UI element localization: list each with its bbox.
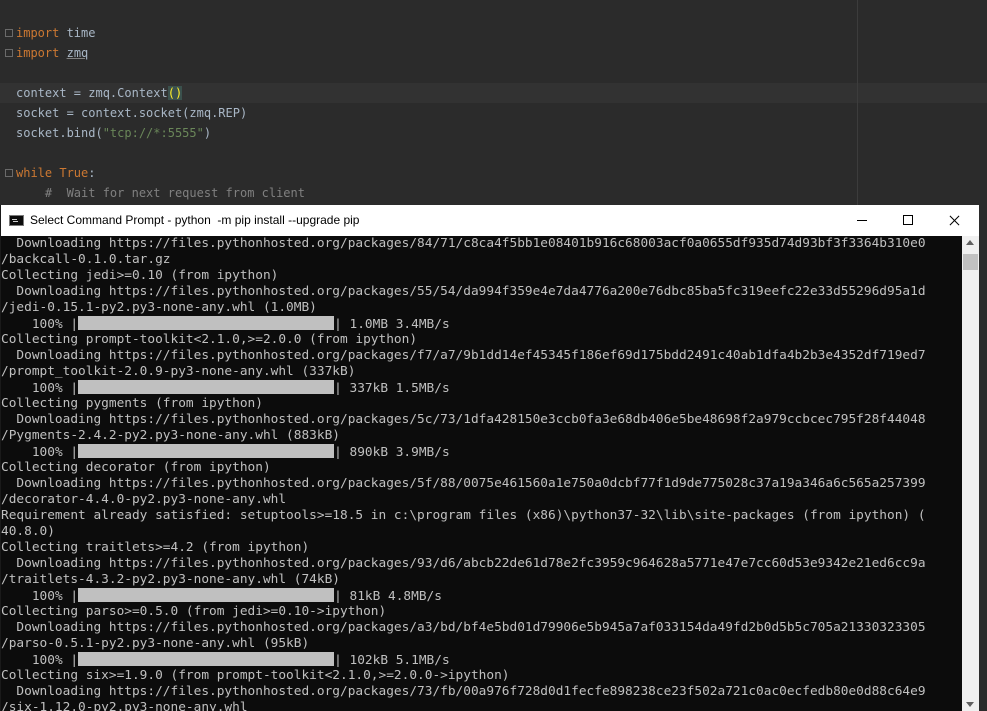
progress-bar — [78, 588, 335, 602]
fold-icon[interactable] — [5, 49, 13, 57]
progress-status: 102kB 5.1MB/s — [349, 653, 450, 668]
code-line-1[interactable]: import time — [16, 23, 95, 43]
console-line: Downloading https://files.pythonhosted.o… — [1, 236, 926, 251]
code-text: : — [88, 166, 96, 180]
console-line: Collecting jedi>=0.10 (from ipython) — [1, 268, 279, 283]
maximize-button[interactable] — [885, 205, 931, 236]
console-line: Collecting traitlets>=4.2 (from ipython) — [1, 540, 310, 555]
console-line: Downloading https://files.pythonhosted.o… — [1, 476, 926, 491]
progress-line: 100% | | 81kB 4.8MB/s — [31, 588, 442, 604]
console-line: Downloading https://files.pythonhosted.o… — [1, 284, 926, 299]
code-paren-highlight: () — [167, 86, 183, 100]
console-line: Collecting parso>=0.5.0 (from jedi>=0.10… — [1, 604, 387, 619]
progress-line: 100% | | 337kB 1.5MB/s — [31, 380, 450, 396]
code-keyword: True — [52, 166, 89, 180]
progress-line: 100% | | 102kB 5.1MB/s — [31, 652, 450, 668]
code-keyword: import — [16, 26, 60, 40]
console-line: Collecting pygments (from ipython) — [1, 396, 263, 411]
scroll-thumb[interactable] — [963, 254, 978, 270]
console-line: /traitlets-4.3.2-py2.py3-none-any.whl (7… — [1, 572, 340, 587]
code-text: socket.bind( — [16, 126, 103, 140]
code-editor[interactable]: import time import zmq context = zmq.Con… — [0, 0, 987, 205]
console-line: 40.8.0) — [1, 524, 55, 539]
code-keyword: while — [16, 166, 53, 180]
command-prompt-window[interactable]: Select Command Prompt - python -m pip in… — [0, 205, 979, 711]
code-string: "tcp://*:5555" — [102, 126, 204, 140]
right-margin-guide — [857, 0, 858, 205]
progress-bar — [78, 652, 335, 666]
progress-line: 100% | | 890kB 3.9MB/s — [31, 444, 450, 460]
code-keyword: import — [16, 46, 60, 60]
code-line-4[interactable]: socket = context.socket(zmq.REP) — [16, 103, 247, 123]
console-output[interactable]: Downloading https://files.pythonhosted.o… — [1, 236, 962, 711]
progress-bar — [78, 380, 335, 394]
scroll-up-icon[interactable] — [966, 240, 974, 245]
console-line: /jedi-0.15.1-py2.py3-none-any.whl (1.0MB… — [1, 300, 317, 315]
console-line: Collecting six>=1.9.0 (from prompt-toolk… — [1, 668, 510, 683]
console-line: Downloading https://files.pythonhosted.o… — [1, 556, 926, 571]
code-line-5[interactable]: socket.bind("tcp://*:5555") — [16, 123, 211, 143]
console-line: Requirement already satisfied: setuptool… — [1, 508, 926, 523]
code-line-3[interactable]: context = zmq.Context() — [16, 83, 183, 103]
console-line: Downloading https://files.pythonhosted.o… — [1, 412, 926, 427]
progress-percent: 100% — [31, 445, 63, 460]
progress-bar — [78, 316, 335, 330]
progress-line: 100% | | 1.0MB 3.4MB/s — [31, 316, 450, 332]
progress-status: 337kB 1.5MB/s — [349, 381, 450, 396]
fold-icon[interactable] — [5, 29, 13, 37]
console-line: /Pygments-2.4.2-py2.py3-none-any.whl (88… — [1, 428, 340, 443]
code-line-2[interactable]: import zmq — [16, 43, 88, 63]
progress-status: 81kB 4.8MB/s — [349, 589, 442, 604]
progress-percent: 100% — [31, 653, 63, 668]
title-bar[interactable]: Select Command Prompt - python -m pip in… — [1, 205, 979, 236]
console-line: /decorator-4.4.0-py2.py3-none-any.whl — [1, 492, 287, 507]
console-line: Collecting prompt-toolkit<2.1.0,>=2.0.0 … — [1, 332, 418, 347]
fold-icon[interactable] — [5, 169, 13, 177]
code-text: ) — [203, 126, 212, 140]
window-title: Select Command Prompt - python -m pip in… — [30, 213, 360, 227]
console-line: Collecting decorator (from ipython) — [1, 460, 271, 475]
cmd-icon[interactable] — [9, 215, 24, 226]
console-line: Downloading https://files.pythonhosted.o… — [1, 620, 926, 635]
progress-percent: 100% — [31, 381, 63, 396]
console-line: /backcall-0.1.0.tar.gz — [1, 252, 171, 267]
close-button[interactable] — [931, 205, 977, 236]
minimize-button[interactable] — [839, 205, 885, 236]
progress-status: 890kB 3.9MB/s — [349, 445, 450, 460]
console-line: /prompt_toolkit-2.0.9-py3-none-any.whl (… — [1, 364, 356, 379]
editor-right-strip — [978, 205, 987, 711]
code-text: context = zmq.Context — [16, 86, 168, 100]
console-line: Downloading https://files.pythonhosted.o… — [1, 684, 926, 699]
code-module: zmq — [66, 46, 89, 60]
console-line: /parso-0.5.1-py2.py3-none-any.whl (95kB) — [1, 636, 310, 651]
vertical-scrollbar[interactable] — [962, 236, 979, 711]
console-line: Downloading https://files.pythonhosted.o… — [1, 348, 926, 363]
progress-percent: 100% — [31, 589, 63, 604]
scroll-down-icon[interactable] — [966, 702, 974, 707]
code-text: time — [59, 26, 96, 40]
code-line-6[interactable]: while True: — [16, 163, 95, 183]
code-line-7[interactable]: # Wait for next request from client — [16, 183, 305, 203]
progress-status: 1.0MB 3.4MB/s — [349, 317, 450, 332]
console-line: /six-1.12.0-py2.py3-none-any.whl — [1, 700, 248, 711]
progress-bar — [78, 444, 335, 458]
progress-percent: 100% — [31, 317, 63, 332]
